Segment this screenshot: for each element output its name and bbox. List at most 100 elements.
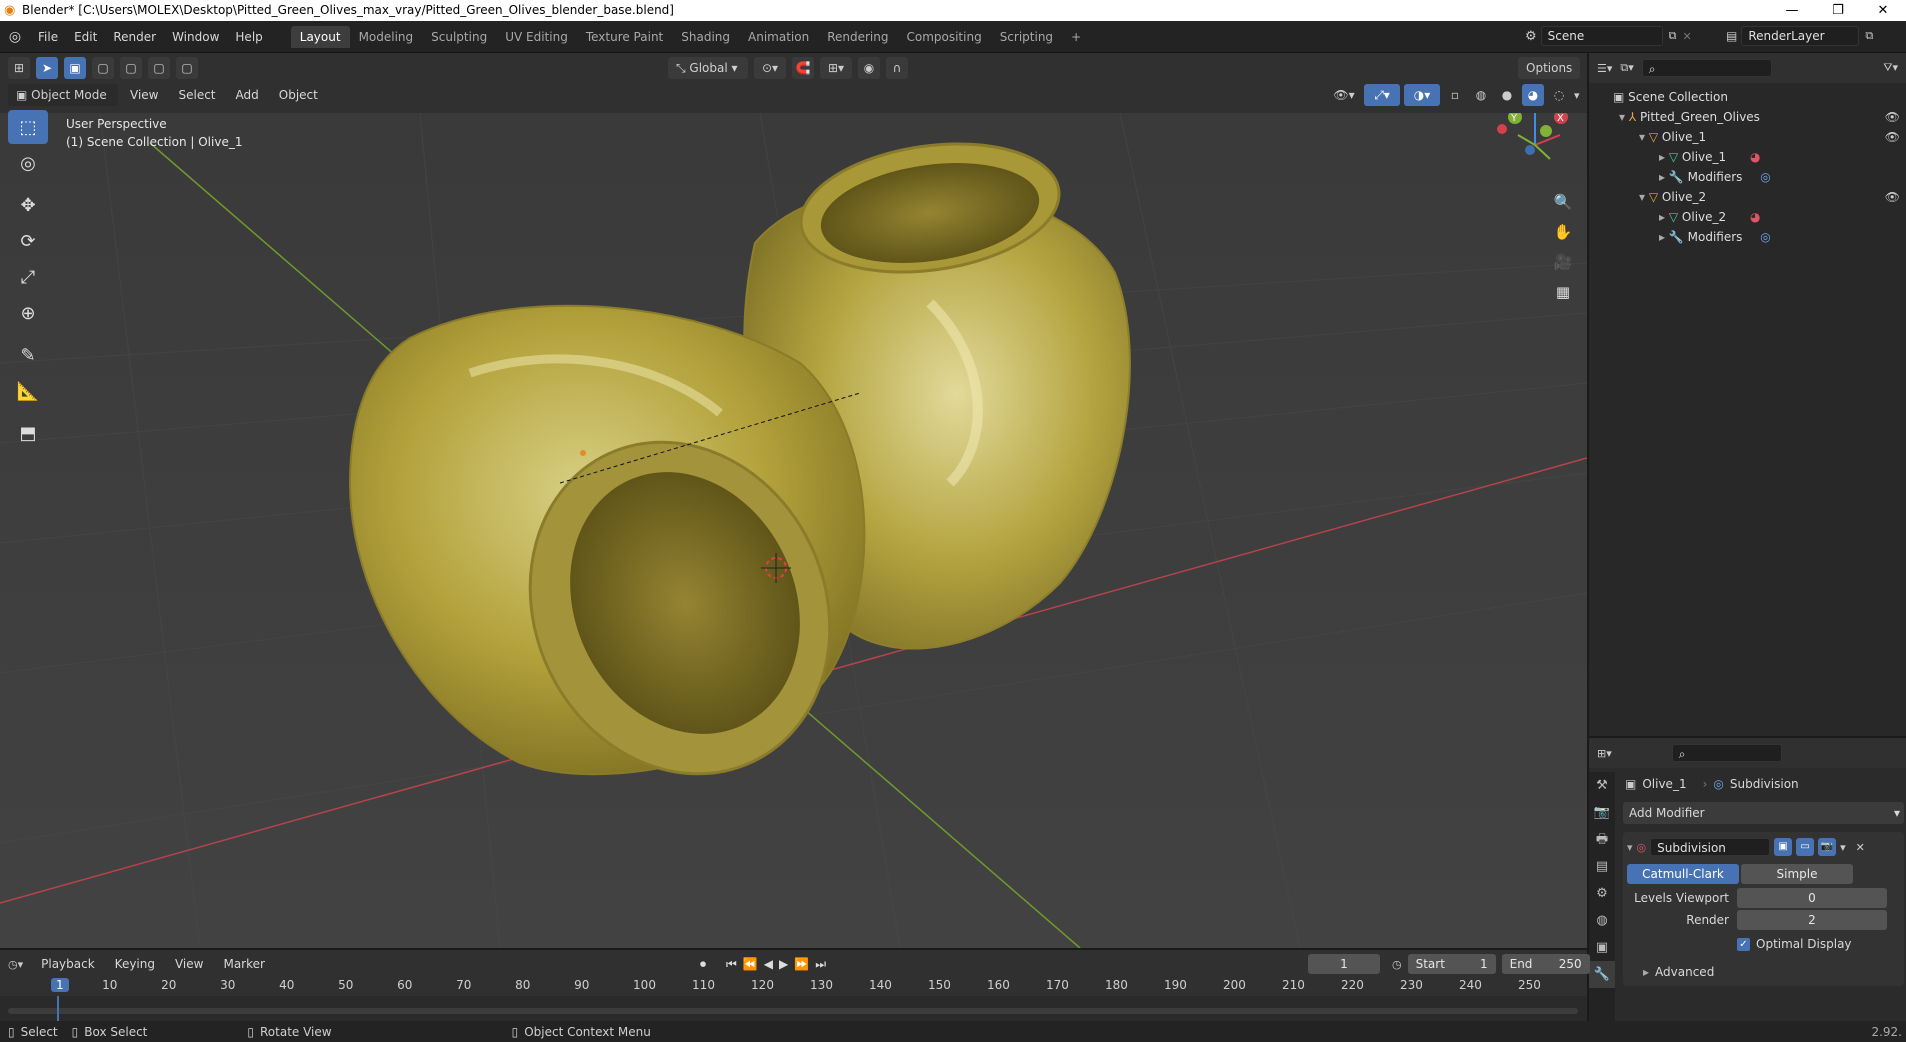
- material-icon[interactable]: ◕: [1750, 150, 1760, 164]
- menu-edit[interactable]: Edit: [66, 21, 105, 53]
- expand-arrow-icon[interactable]: ▸: [1659, 170, 1665, 184]
- menu-window[interactable]: Window: [164, 21, 227, 53]
- tab-shading[interactable]: Shading: [672, 26, 739, 48]
- select-mode-invert-icon[interactable]: ▢: [148, 57, 170, 79]
- outliner-root-row[interactable]: ▣ Scene Collection: [1589, 87, 1906, 107]
- subdivision-modifier-icon[interactable]: ◎: [1760, 170, 1770, 184]
- expand-arrow-icon[interactable]: ▸: [1659, 150, 1665, 164]
- advanced-subpanel[interactable]: ▸ Advanced: [1627, 962, 1900, 982]
- subdivision-modifier-icon[interactable]: ◎: [1760, 230, 1770, 244]
- wireframe-shading-icon[interactable]: ◍: [1470, 84, 1492, 106]
- tab-modeling[interactable]: Modeling: [350, 26, 423, 48]
- options-dropdown[interactable]: Options: [1518, 57, 1581, 79]
- snap-icon[interactable]: 🧲: [792, 57, 814, 79]
- renderlayer-field[interactable]: RenderLayer: [1741, 26, 1860, 46]
- proportional-edit-icon[interactable]: ◉: [858, 57, 880, 79]
- render-levels-field[interactable]: 2: [1737, 910, 1887, 930]
- viewport-menu-object[interactable]: Object: [271, 84, 326, 106]
- select-tool-icon[interactable]: ➤: [36, 57, 58, 79]
- output-tab-icon[interactable]: 🖶: [1589, 826, 1615, 853]
- snap-target-icon[interactable]: ⊞▾: [820, 57, 852, 79]
- jump-start-icon[interactable]: ⏮: [726, 957, 737, 972]
- material-icon[interactable]: ◕: [1750, 210, 1760, 224]
- optimal-display-row[interactable]: ✓ Optimal Display: [1627, 934, 1900, 954]
- visibility-icon[interactable]: 👁▾: [1328, 84, 1360, 106]
- outliner-row[interactable]: ▸ ▽ Olive_1 ◕: [1589, 147, 1906, 167]
- gizmo-toggle-icon[interactable]: ⤢▾: [1364, 84, 1400, 106]
- scene-field[interactable]: Scene: [1540, 26, 1663, 46]
- expand-arrow-icon[interactable]: ▾: [1619, 110, 1625, 124]
- properties-editor-type-icon[interactable]: ⊞▾: [1597, 747, 1612, 760]
- tab-texture-paint[interactable]: Texture Paint: [577, 26, 672, 48]
- select-mode-subtract-icon[interactable]: ▢: [120, 57, 142, 79]
- pan-hand-icon[interactable]: ✋: [1548, 223, 1578, 253]
- close-window-button[interactable]: ✕: [1860, 0, 1906, 21]
- optimal-display-checkbox[interactable]: ✓: [1737, 937, 1750, 951]
- expand-arrow-icon[interactable]: ▾: [1639, 130, 1645, 144]
- tab-compositing[interactable]: Compositing: [897, 26, 990, 48]
- visibility-eye-icon[interactable]: 👁: [1885, 107, 1900, 127]
- prev-keyframe-icon[interactable]: ⏪: [743, 957, 758, 971]
- annotate-tool-icon[interactable]: ✎: [8, 338, 48, 372]
- 3d-viewport[interactable]: Z X Y User Perspective (1) Scene Collect…: [0, 113, 1587, 948]
- tab-layout[interactable]: Layout: [290, 25, 350, 48]
- rotate-tool-icon[interactable]: ⟳: [8, 224, 48, 258]
- scale-tool-icon[interactable]: ⤢: [8, 260, 48, 294]
- new-scene-icon[interactable]: ⧉: [1669, 29, 1677, 43]
- tab-animation[interactable]: Animation: [739, 26, 818, 48]
- overlays-toggle-icon[interactable]: ◑▾: [1404, 84, 1440, 106]
- expand-arrow-icon[interactable]: ▸: [1659, 230, 1665, 244]
- timeline-menu-playback[interactable]: Playback: [33, 953, 103, 975]
- menu-file[interactable]: File: [30, 21, 66, 53]
- remove-modifier-icon[interactable]: ✕: [1856, 841, 1865, 854]
- zoom-icon[interactable]: 🔍: [1548, 193, 1578, 223]
- new-renderlayer-icon[interactable]: ⧉: [1865, 29, 1873, 43]
- maximize-button[interactable]: ❐: [1815, 0, 1861, 21]
- catmull-clark-button[interactable]: Catmull-Clark: [1627, 864, 1739, 884]
- play-icon[interactable]: ▶: [779, 957, 788, 971]
- viewport-toggle-icon[interactable]: ▭: [1796, 838, 1815, 856]
- modifier-dropdown-icon[interactable]: ▾: [1840, 841, 1846, 854]
- tab-uv-editing[interactable]: UV Editing: [496, 26, 577, 48]
- outliner-editor-type-icon[interactable]: ☰▾: [1597, 62, 1612, 75]
- camera-view-icon[interactable]: 🎥: [1548, 253, 1578, 283]
- timeline-menu-view[interactable]: View: [167, 953, 211, 975]
- tool-tab-icon[interactable]: ⚒: [1589, 772, 1615, 799]
- viewport-menu-view[interactable]: View: [122, 84, 166, 106]
- outliner-row[interactable]: ▾ ▽ Olive_2 👁: [1589, 187, 1906, 207]
- end-frame-field[interactable]: End 250: [1501, 954, 1590, 974]
- timeline-menu-keying[interactable]: Keying: [107, 953, 163, 975]
- filter-icon[interactable]: ⛛▾: [1883, 61, 1898, 75]
- visibility-eye-icon[interactable]: 👁: [1885, 127, 1900, 147]
- scene-tab-icon[interactable]: ⚙: [1589, 880, 1615, 907]
- expand-arrow-icon[interactable]: ▾: [1639, 190, 1645, 204]
- transform-tool-icon[interactable]: ⊕: [8, 296, 48, 330]
- outliner-row[interactable]: ▸ 🔧 Modifiers ◎: [1589, 167, 1906, 187]
- measure-tool-icon[interactable]: 📐: [8, 374, 48, 408]
- add-cube-tool-icon[interactable]: ⬒: [8, 416, 48, 450]
- object-tab-icon[interactable]: ▣: [1589, 934, 1615, 961]
- minimize-button[interactable]: —: [1769, 0, 1815, 21]
- levels-viewport-field[interactable]: 0: [1737, 888, 1887, 908]
- current-frame-field[interactable]: 1: [1308, 954, 1380, 974]
- timeline-scrollbar[interactable]: [8, 1008, 1578, 1014]
- timeline-menu-marker[interactable]: Marker: [215, 953, 272, 975]
- outliner-search-input[interactable]: ⌕: [1641, 59, 1772, 77]
- select-box-tool-icon[interactable]: ⬚: [8, 110, 48, 144]
- mode-dropdown[interactable]: ▣ Object Mode ▾: [8, 84, 118, 124]
- play-reverse-icon[interactable]: ◀: [764, 957, 773, 971]
- world-tab-icon[interactable]: ◍: [1589, 907, 1615, 934]
- viewport-menu-add[interactable]: Add: [228, 84, 267, 106]
- tab-scripting[interactable]: Scripting: [991, 26, 1062, 48]
- transform-orientation-dropdown[interactable]: ⤡ Global ▾: [668, 57, 748, 79]
- add-workspace-button[interactable]: +: [1062, 26, 1090, 48]
- menu-render[interactable]: Render: [105, 21, 164, 53]
- collapse-arrow-icon[interactable]: ▾: [1627, 841, 1633, 854]
- pivot-point-icon[interactable]: ⊙▾: [754, 57, 786, 79]
- outliner-row[interactable]: ▾ ▽ Olive_1 👁: [1589, 127, 1906, 147]
- xray-icon[interactable]: ▫: [1444, 84, 1466, 106]
- visibility-eye-icon[interactable]: 👁: [1885, 187, 1900, 207]
- record-icon[interactable]: ⏺: [700, 957, 706, 972]
- ortho-toggle-icon[interactable]: ▦: [1548, 283, 1578, 313]
- jump-end-icon[interactable]: ⏭: [815, 957, 826, 972]
